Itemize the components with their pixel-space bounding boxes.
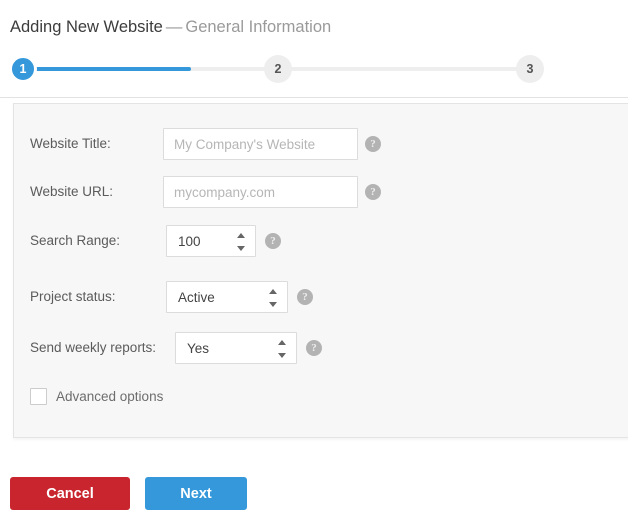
stepper-step-2[interactable]: 2 [264,55,292,83]
page-title: Adding New Website — General Information [10,16,331,38]
website-url-input[interactable] [163,176,358,208]
spinner-arrows-icon[interactable] [237,233,246,251]
select-arrows-icon[interactable] [269,289,278,307]
chevron-up-icon[interactable] [237,233,245,238]
label-project-status: Project status: [30,289,116,304]
page-title-main: Adding New Website [10,18,163,36]
project-status-select[interactable]: Active [166,281,288,313]
search-range-stepper[interactable]: 100 [166,225,256,257]
help-icon-send-weekly-reports[interactable]: ? [306,340,322,356]
form-row-website-title: Website Title: ? [14,128,628,160]
website-title-input[interactable] [163,128,358,160]
advanced-options-label: Advanced options [56,389,164,404]
page-title-separator: — [165,18,183,36]
general-information-form-panel: Website Title: ? Website URL: ? Search R… [13,103,628,438]
chevron-down-icon[interactable] [237,246,245,251]
send-weekly-reports-value: Yes [187,341,210,356]
stepper-progress-bar [23,67,191,71]
chevron-up-icon[interactable] [278,340,286,345]
form-row-search-range: Search Range: 100 ? [14,225,628,257]
form-row-project-status: Project status: Active ? [14,281,628,313]
chevron-down-icon[interactable] [269,302,277,307]
header-divider [0,97,628,98]
help-icon-website-url[interactable]: ? [365,184,381,200]
wizard-stepper: 1 2 3 [0,52,628,86]
stepper-step-1[interactable]: 1 [9,55,37,83]
help-icon-website-title[interactable]: ? [365,136,381,152]
project-status-value: Active [178,290,215,305]
label-search-range: Search Range: [30,233,121,248]
cancel-button[interactable]: Cancel [10,477,130,510]
label-website-url: Website URL: [30,184,114,199]
select-arrows-icon[interactable] [278,340,287,358]
chevron-down-icon[interactable] [278,353,286,358]
advanced-options-checkbox[interactable] [30,388,47,405]
help-icon-search-range[interactable]: ? [265,233,281,249]
next-button[interactable]: Next [145,477,247,510]
stepper-step-3[interactable]: 3 [516,55,544,83]
search-range-value: 100 [178,234,201,249]
help-icon-project-status[interactable]: ? [297,289,313,305]
send-weekly-reports-select[interactable]: Yes [175,332,297,364]
label-website-title: Website Title: [30,136,111,151]
page-title-subtitle: General Information [185,18,332,36]
label-send-weekly-reports: Send weekly reports: [30,340,157,355]
chevron-up-icon[interactable] [269,289,277,294]
form-row-send-weekly-reports: Send weekly reports: Yes ? [14,332,628,364]
form-row-website-url: Website URL: ? [14,176,628,208]
